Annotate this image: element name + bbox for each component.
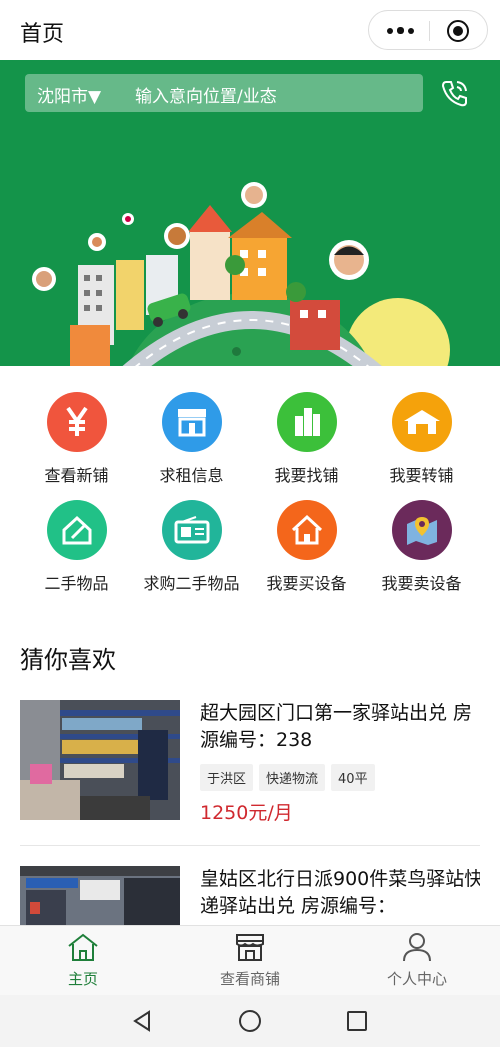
menu-label: 我要买设备 xyxy=(266,574,347,593)
list-divider xyxy=(20,845,480,846)
tab-label: 个人中心 xyxy=(386,970,447,988)
more-icon[interactable] xyxy=(385,21,419,39)
tab-view-shops[interactable]: 查看商铺 xyxy=(167,932,333,989)
section-title: 猜你喜欢 xyxy=(20,646,116,674)
listing-price: 1250元/月 xyxy=(200,802,293,824)
storefront-icon xyxy=(161,392,222,452)
menu-item-buy-second-hand[interactable]: 求购二手物品 xyxy=(134,484,249,593)
listing-thumbnail xyxy=(20,866,180,926)
menu-item-buy-equipment[interactable]: 我要买设备 xyxy=(249,484,364,593)
carousel-dot[interactable] xyxy=(232,347,241,356)
home-circle-icon[interactable] xyxy=(238,1009,262,1033)
radio-icon xyxy=(161,500,222,560)
listing-title: 皇姑区北行日派900件菜鸟驿站快递驿站出兑 房源编号： xyxy=(200,868,480,917)
menu-item-rent-requests[interactable]: 求租信息 xyxy=(134,376,249,485)
shop-icon xyxy=(236,934,264,961)
menu-label: 二手物品 xyxy=(44,574,109,593)
menu-item-transfer-shop[interactable]: 我要转铺 xyxy=(364,376,479,485)
listing-card[interactable]: 超大园区门口第一家驿站出兑 房源编号：238 于洪区 快递物流 40平 1250元/… xyxy=(20,700,480,840)
menu-label: 求租信息 xyxy=(159,466,224,485)
menu-label: 我要转铺 xyxy=(389,466,454,485)
phone-icon[interactable] xyxy=(438,76,472,110)
menu-label: 求购二手物品 xyxy=(143,574,240,593)
capsule-divider xyxy=(429,21,430,41)
search-input[interactable]: 输入意向位置/业态 xyxy=(135,82,277,107)
menu-item-find-shop[interactable]: 我要找铺 xyxy=(249,376,364,485)
menu-label: 我要卖设备 xyxy=(381,574,462,593)
close-target-icon[interactable] xyxy=(447,20,469,42)
tab-label: 主页 xyxy=(67,970,98,988)
tab-label: 查看商铺 xyxy=(219,970,280,988)
listing-thumbnail xyxy=(20,700,180,820)
back-icon[interactable] xyxy=(131,1009,155,1033)
tag-area: 40平 xyxy=(331,764,375,791)
buildings-icon xyxy=(276,392,337,452)
mini-program-capsule xyxy=(368,10,488,50)
user-icon xyxy=(403,933,431,962)
home-door-icon xyxy=(276,500,337,560)
page-title: 首页 xyxy=(20,22,65,47)
recents-icon[interactable] xyxy=(345,1009,369,1033)
tab-home[interactable]: 主页 xyxy=(0,932,166,989)
tag-district: 于洪区 xyxy=(200,764,254,791)
tag-category: 快递物流 xyxy=(259,764,326,791)
listing-card[interactable]: 皇姑区北行日派900件菜鸟驿站快递驿站出兑 房源编号： xyxy=(20,866,480,926)
menu-label: 查看新铺 xyxy=(44,466,109,485)
tab-bar: 主页 查看商铺 个人中心 xyxy=(0,925,500,995)
listing-title: 超大园区门口第一家驿站出兑 房源编号：238 xyxy=(200,702,473,751)
home-icon xyxy=(68,933,98,961)
system-nav-bar xyxy=(0,995,500,1047)
map-pin-icon xyxy=(391,500,452,560)
city-selector[interactable]: 沈阳市▼ xyxy=(37,82,101,107)
menu-label: 我要找铺 xyxy=(274,466,339,485)
carousel-indicator xyxy=(232,341,272,356)
function-menu: 查看新铺 求租信息 我要找铺 我要转铺 二手物品 求购二手物品 我要买设备 我要… xyxy=(0,376,500,606)
house-icon xyxy=(391,392,452,452)
yuan-icon xyxy=(46,392,107,452)
house-outline-icon xyxy=(46,500,107,560)
menu-item-sell-equipment[interactable]: 我要卖设备 xyxy=(364,484,479,593)
search-bar[interactable]: 沈阳市▼ 输入意向位置/业态 xyxy=(25,74,423,112)
top-bar: 首页 xyxy=(0,0,500,60)
tab-profile[interactable]: 个人中心 xyxy=(334,932,500,989)
menu-item-second-hand[interactable]: 二手物品 xyxy=(19,484,134,593)
listing-tags: 于洪区 快递物流 40平 xyxy=(200,764,381,791)
banner[interactable]: 沈阳市▼ 输入意向位置/业态 xyxy=(0,60,500,366)
menu-item-view-new-shops[interactable]: 查看新铺 xyxy=(19,376,134,485)
